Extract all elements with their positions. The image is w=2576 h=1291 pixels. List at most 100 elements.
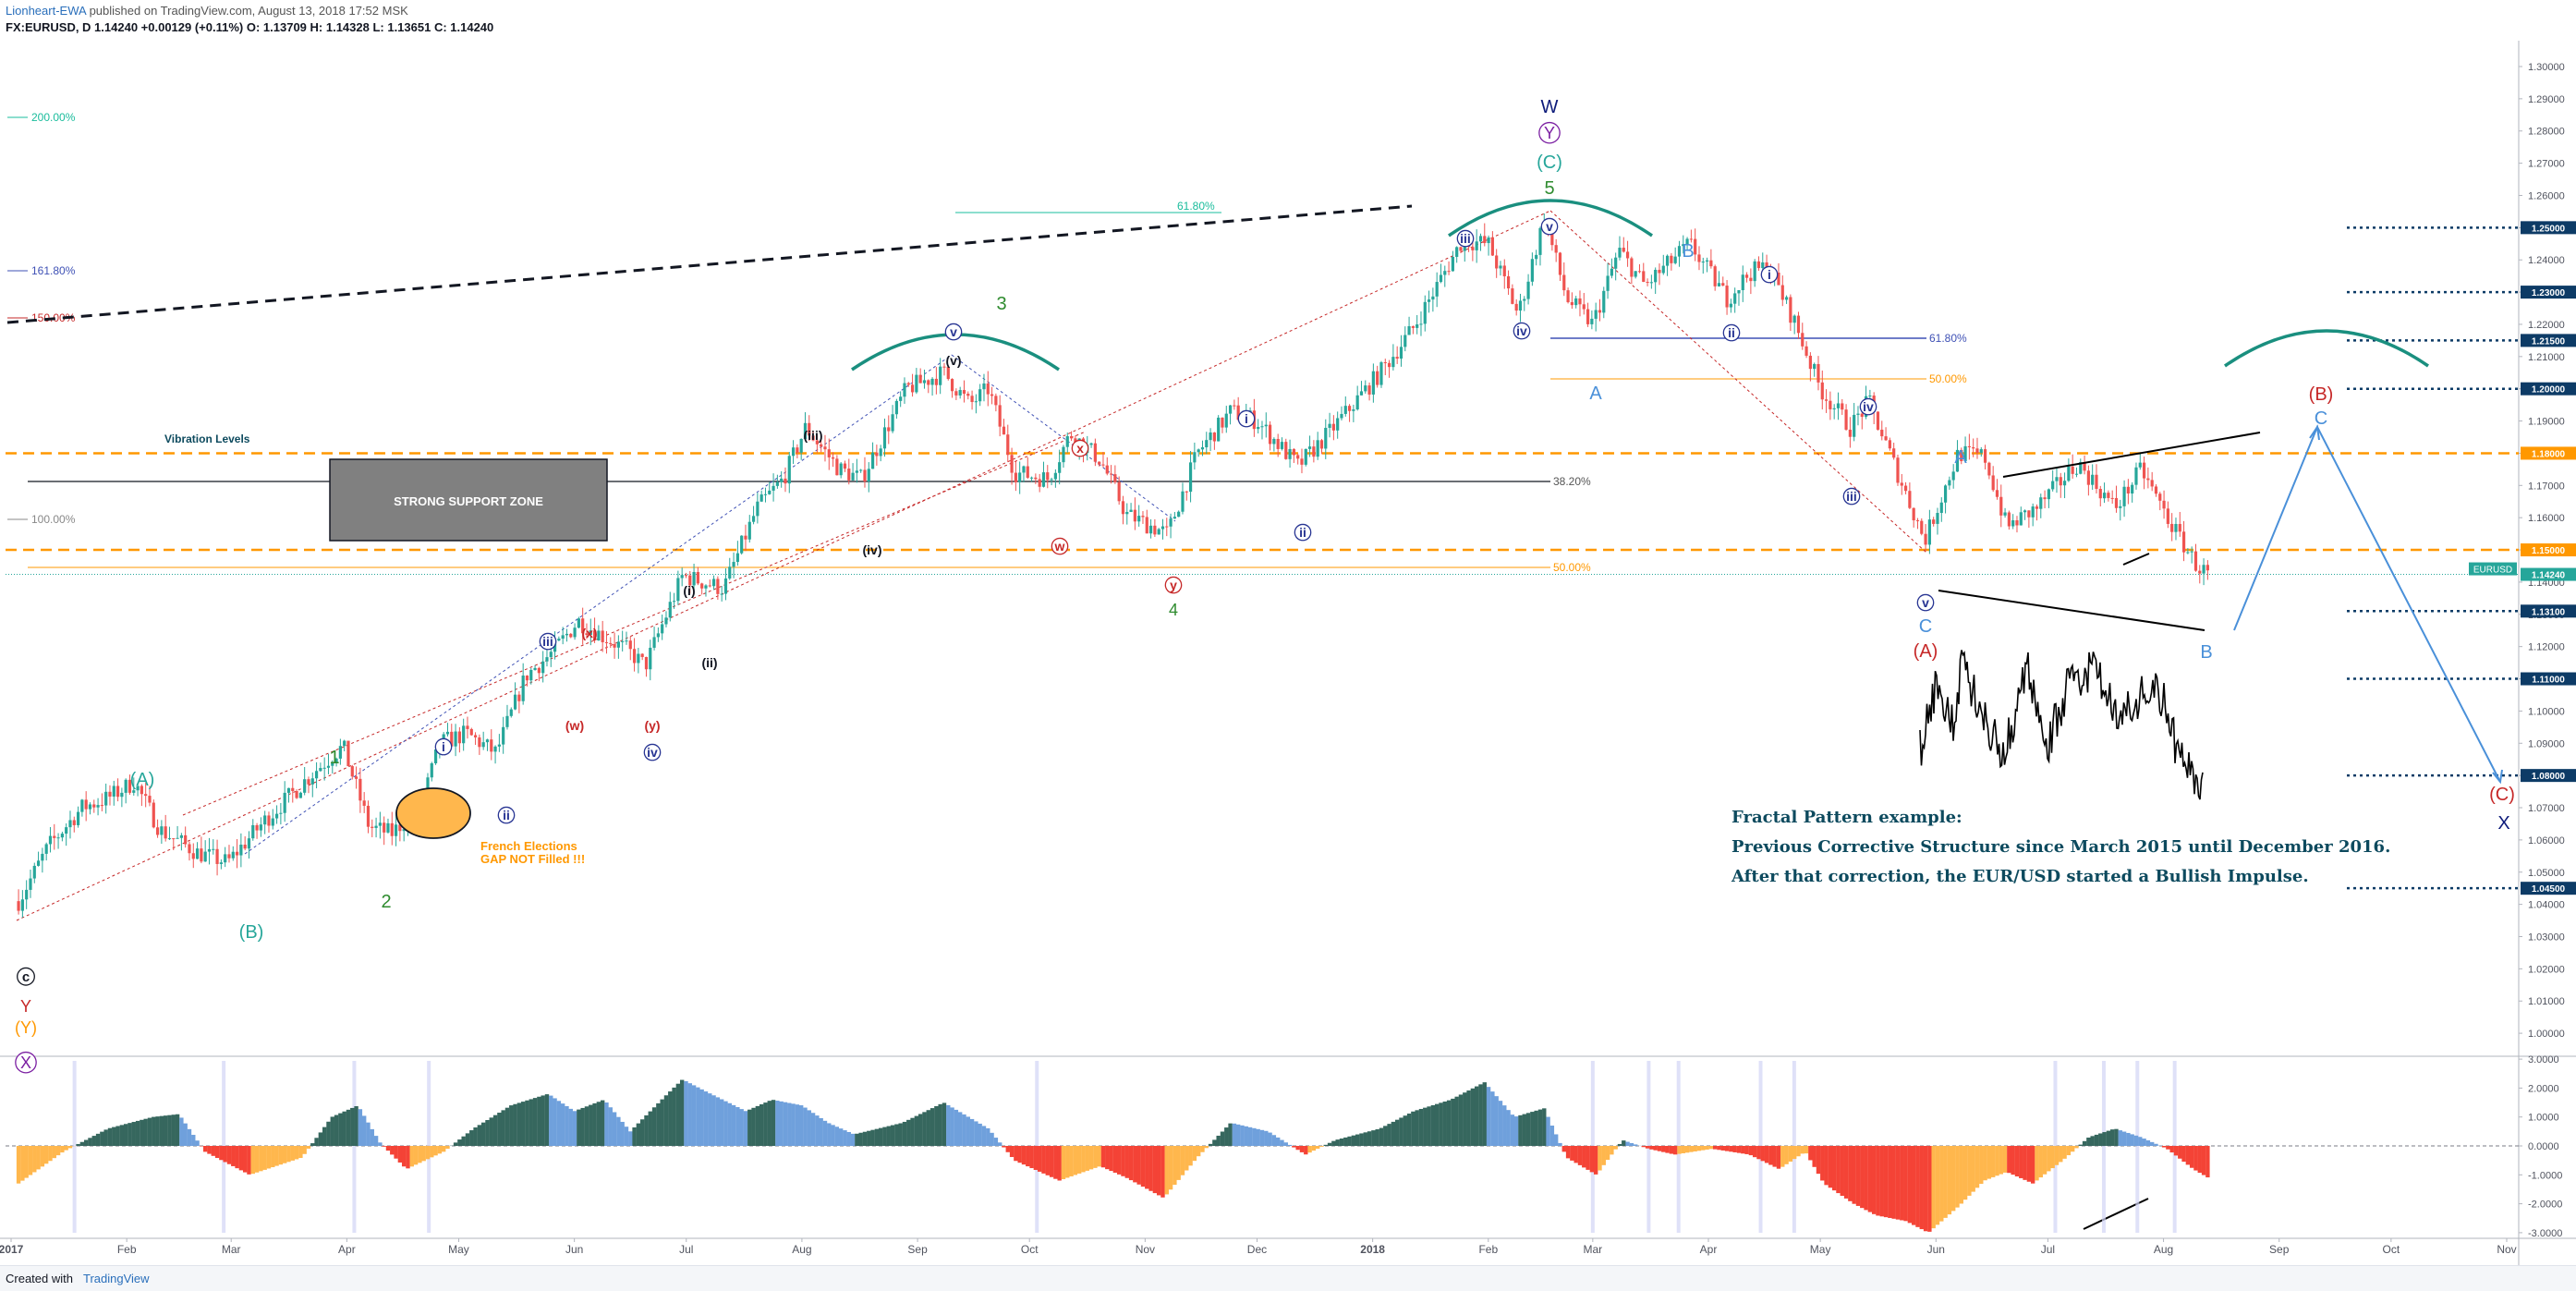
- oscillator-bar: [1860, 1146, 1864, 1208]
- candle-body: [1340, 414, 1343, 419]
- fractal-note-line: Previous Corrective Structure since Marc…: [1732, 837, 2390, 857]
- candle-body: [1455, 247, 1458, 257]
- candle-body: [1801, 333, 1804, 347]
- oscillator-bar: [1355, 1135, 1359, 1146]
- candle-body: [930, 379, 933, 385]
- candle-body: [522, 676, 525, 701]
- candle-body: [358, 779, 361, 800]
- oscillator-bar: [1395, 1120, 1399, 1146]
- time-tick-label: Jul: [679, 1243, 693, 1256]
- candle-body: [152, 803, 155, 828]
- oscillator-bar: [649, 1112, 652, 1146]
- oscillator-bar: [1725, 1146, 1729, 1151]
- oscillator-bar: [1701, 1146, 1705, 1151]
- wave-label: C: [2315, 408, 2327, 429]
- oscillator-bar: [1602, 1146, 1606, 1165]
- wave-label: C: [1919, 616, 1932, 637]
- oscillator-bar: [1160, 1146, 1164, 1198]
- tradingview-link[interactable]: TradingView: [83, 1272, 150, 1285]
- wave-label: (y): [644, 718, 660, 733]
- candle-body: [260, 824, 262, 830]
- oscillator-bar: [2079, 1145, 2083, 1146]
- oscillator-bar: [998, 1142, 1002, 1146]
- candle-body: [374, 826, 377, 828]
- candle-body: [1511, 288, 1513, 304]
- candle-body: [101, 805, 103, 806]
- oscillator-bar: [1097, 1146, 1100, 1166]
- oscillator-bar: [970, 1119, 974, 1146]
- candle-body: [1197, 449, 1200, 452]
- oscillator-bar: [1955, 1146, 1959, 1208]
- chart-container[interactable]: 200.00%161.80%150.00%100.00%61.80%38.20%…: [0, 41, 2576, 1265]
- candle-body: [780, 479, 783, 482]
- author-link[interactable]: Lionheart-EWA: [6, 4, 86, 18]
- wave-label: ii: [1728, 325, 1735, 340]
- candle-body: [565, 634, 568, 636]
- candle-body: [919, 375, 922, 384]
- oscillator-bar: [891, 1126, 894, 1146]
- candle-body: [2091, 475, 2094, 485]
- oscillator-bar: [577, 1110, 580, 1146]
- oscillator-bar: [2190, 1146, 2193, 1168]
- oscillator-bar: [227, 1146, 231, 1164]
- oscillator-bar: [1466, 1090, 1470, 1146]
- oscillator-bar: [354, 1106, 358, 1146]
- oscillator-bar: [1343, 1138, 1347, 1146]
- oscillator-bar: [1709, 1146, 1713, 1149]
- candle-body: [800, 439, 803, 453]
- oscillator-bar: [1185, 1146, 1188, 1171]
- oscillator-bar: [541, 1095, 544, 1146]
- candle-body: [1015, 473, 1017, 482]
- oscillator-bar: [1864, 1146, 1867, 1210]
- candle-body: [1288, 449, 1291, 459]
- oscillator-bar: [445, 1146, 449, 1149]
- oscillator-bar: [1312, 1146, 1316, 1151]
- candle-body: [1424, 302, 1427, 324]
- candle-body: [244, 845, 247, 848]
- candle-body: [2051, 481, 2054, 490]
- oscillator-bar: [2186, 1146, 2190, 1164]
- oscillator-bar: [589, 1105, 592, 1146]
- candle-body: [1535, 255, 1537, 259]
- oscillator-bar: [115, 1126, 119, 1146]
- candle-body: [1948, 481, 1950, 486]
- oscillator-bar: [1534, 1111, 1537, 1146]
- candle-body: [712, 579, 715, 586]
- price-tick-label: 1.16000: [2528, 513, 2565, 524]
- candle-body: [184, 835, 187, 845]
- candle-body: [1181, 492, 1184, 512]
- oscillator-bar: [1248, 1127, 1252, 1146]
- candle-body: [1352, 409, 1355, 411]
- candle-body: [550, 652, 553, 657]
- candle-body: [251, 825, 254, 838]
- oscillator-bar: [262, 1146, 266, 1170]
- oscillator-bar: [44, 1146, 48, 1163]
- candle-body: [470, 729, 473, 736]
- oscillator-bar: [1494, 1096, 1498, 1146]
- candle-body: [2027, 510, 2030, 517]
- candle-body: [1555, 245, 1558, 252]
- oscillator-bar: [2023, 1146, 2026, 1180]
- candle-body: [832, 457, 834, 458]
- chart-svg[interactable]: 200.00%161.80%150.00%100.00%61.80%38.20%…: [0, 41, 2576, 1265]
- oscillator-bar: [1193, 1146, 1197, 1161]
- candle-body: [41, 854, 43, 860]
- candle-body: [887, 427, 890, 431]
- oscillator-bar: [382, 1146, 385, 1147]
- candle-body: [649, 648, 651, 669]
- candle-body: [1844, 409, 1847, 430]
- candle-body: [1118, 482, 1121, 502]
- oscillator-bar: [2043, 1146, 2047, 1175]
- oscillator-bar: [1205, 1146, 1209, 1148]
- candle-body: [899, 396, 902, 401]
- oscillator-bar: [160, 1116, 164, 1146]
- candle-body: [1010, 455, 1013, 472]
- oscillator-bar: [894, 1125, 898, 1146]
- candle-body: [1296, 455, 1299, 458]
- candle-body: [1987, 463, 1990, 476]
- price-tick-label: 1.22000: [2528, 320, 2565, 331]
- candle-body: [156, 827, 159, 834]
- oscillator-bar: [640, 1119, 644, 1146]
- oscillator-bar: [2119, 1130, 2122, 1146]
- candle-body: [307, 779, 310, 785]
